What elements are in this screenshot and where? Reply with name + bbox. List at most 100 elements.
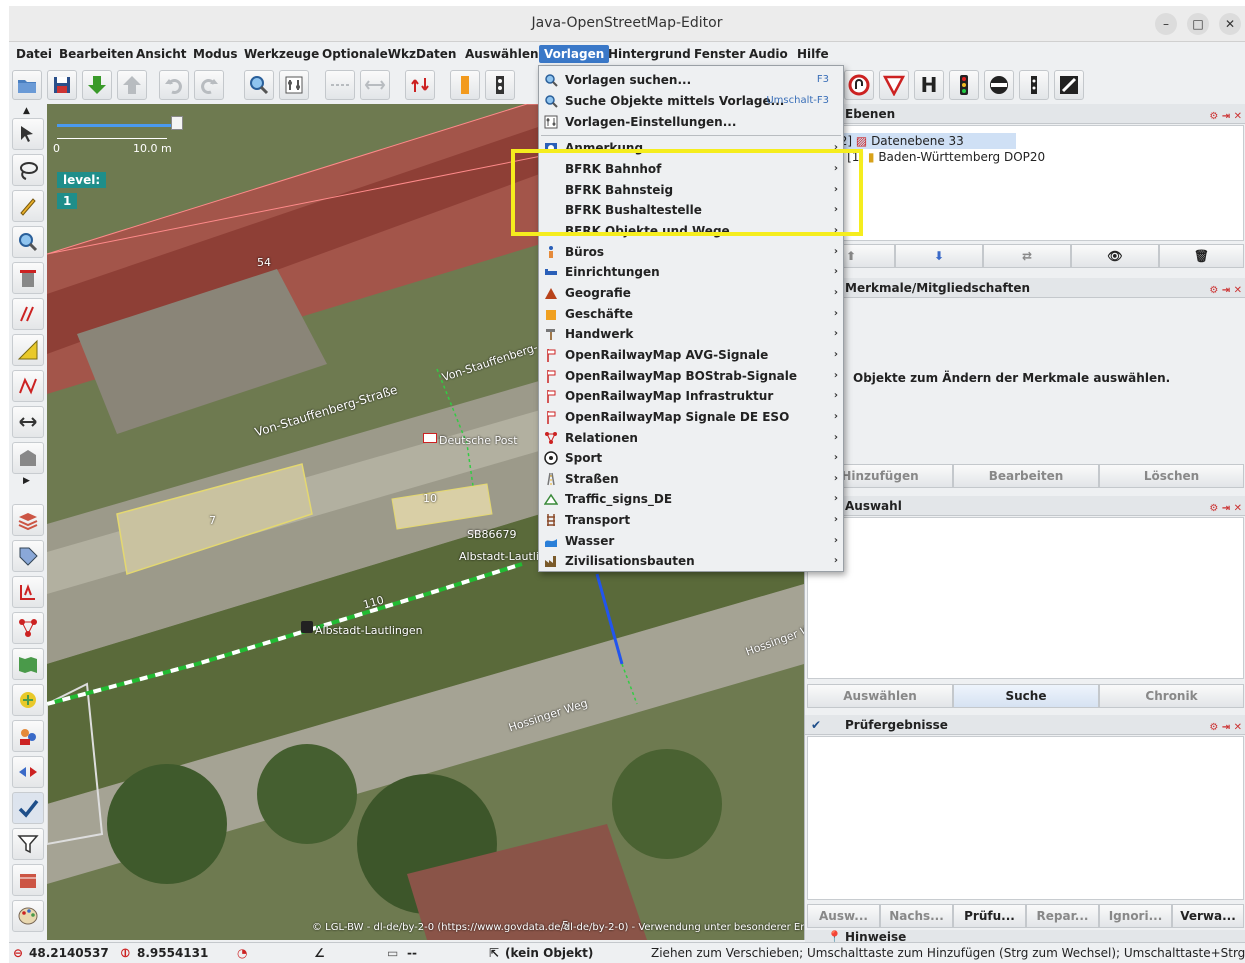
level-value-button[interactable]: 1 [57,193,78,209]
submenu-orm-bostrab-signale[interactable]: OpenRailwayMap BOStrab-Signale › [539,366,843,386]
menu-hintergrund[interactable]: Hintergrund [603,45,696,63]
improve-way-mode-button[interactable] [12,370,44,402]
maximize-button[interactable]: □ [1187,13,1209,35]
delete-layer-button[interactable]: 🗑 [1159,244,1244,268]
toggle-filter-button[interactable] [12,828,44,860]
select-mode-button[interactable] [12,118,44,150]
open-file-button[interactable] [12,70,42,100]
mail-icon[interactable] [423,433,437,443]
scroll-up-icon[interactable]: ▲ [23,106,30,116]
zoom-slider-track[interactable] [57,124,172,127]
toggle-notes-button[interactable] [12,864,44,896]
reverse-way-button[interactable] [405,70,435,100]
measure-mode-button[interactable] [12,334,44,366]
submenu-bfrk-bahnhof[interactable]: BFRK Bahnhof › [539,159,843,179]
submenu-bfrk-bahnsteig[interactable]: BFRK Bahnsteig › [539,180,843,200]
menu-modus[interactable]: Modus [188,45,242,63]
zoom-slider-handle[interactable] [171,116,183,130]
download-button[interactable] [82,70,112,100]
menu-datei[interactable]: Datei [11,45,57,63]
submenu-wasser[interactable]: Wasser › [539,531,843,551]
validation-ignore-button[interactable]: Ignori... [1099,904,1172,928]
submenu-handwerk[interactable]: Handwerk › [539,324,843,344]
submenu-anmerkung[interactable]: Anmerkung › [539,138,843,158]
give-way-preset-button[interactable] [879,70,909,100]
signal-preset-button[interactable] [450,70,480,100]
validation-select-button[interactable]: Ausw... [807,904,880,928]
submenu-transport[interactable]: Transport › [539,510,843,530]
menu-item-search-by-preset[interactable]: Suche Objekte mittels Vorlage... Umschal… [539,91,843,111]
menu-vorlagen[interactable]: Vorlagen [539,45,610,63]
split-way-button[interactable] [325,70,355,100]
toggle-conflicts-button[interactable] [12,756,44,788]
submenu-bfrk-bushaltestelle[interactable]: BFRK Bushaltestelle › [539,200,843,220]
toggle-users-button[interactable] [12,720,44,752]
zoom-button[interactable] [244,70,274,100]
barrier-preset-button[interactable] [1054,70,1084,100]
signal-preset-button-3[interactable] [1019,70,1049,100]
menu-bearbeiten[interactable]: Bearbeiten [54,45,139,63]
submenu-traffic-signs-de[interactable]: Traffic_signs_DE › [539,489,843,509]
parallel-mode-button[interactable] [12,298,44,330]
submenu-orm-signale-de-eso[interactable]: OpenRailwayMap Signale DE ESO › [539,407,843,427]
imagery-attribution[interactable]: © LGL-BW - dl-de/by-2-0 (https://www.gov… [312,922,804,933]
menu-item-preset-preferences[interactable]: Vorlagen-Einstellungen... [539,112,843,132]
bus-stop-icon[interactable] [301,621,313,633]
toggle-relations-button[interactable] [12,612,44,644]
submenu-orm-avg-signale[interactable]: OpenRailwayMap AVG-Signale › [539,345,843,365]
visibility-button[interactable]: 👁 [1071,244,1159,268]
search-button[interactable]: Suche [953,684,1099,708]
menu-werkzeuge[interactable]: Werkzeuge [239,45,324,63]
close-button[interactable]: ✕ [1219,13,1241,35]
toggle-selection-button[interactable] [12,576,44,608]
signal-preset-button-2[interactable] [485,70,515,100]
toggle-map-button[interactable] [12,648,44,680]
lasso-mode-button[interactable] [12,154,44,186]
menu-fenster[interactable]: Fenster [689,45,750,63]
select-button[interactable]: Auswählen [807,684,953,708]
menu-auswaehlen[interactable]: Auswählen [460,45,544,63]
submenu-geografie[interactable]: Geografie › [539,283,843,303]
menu-ansicht[interactable]: Ansicht [131,45,191,63]
crossing-preset-button[interactable] [984,70,1014,100]
bus-stop-preset-button[interactable]: H [914,70,944,100]
submenu-geschaefte[interactable]: Geschäfte › [539,304,843,324]
move-down-button[interactable]: ⬇ [895,244,983,268]
panel-controls-icon[interactable]: ⚙ ⇥ ✕ [1209,499,1242,519]
validation-list[interactable] [807,736,1244,900]
validation-lookup-button[interactable]: Nachs... [880,904,953,928]
traffic-light-preset-button[interactable] [949,70,979,100]
layer-row-imagery[interactable]: 👁 [1] ▮ Baden-Württemberg DOP20 [828,149,1045,165]
menu-daten[interactable]: Daten [411,45,461,63]
validation-check-button[interactable]: Prüfu... [953,904,1026,928]
layer-row-data[interactable]: 👁 [2] ▨ Datenebene 33 [816,133,1016,149]
panel-controls-icon[interactable]: ⚙ ⇥ ✕ [1209,107,1242,127]
selection-list[interactable] [807,517,1244,679]
menu-audio[interactable]: Audio [744,45,793,63]
no-uturn-preset-button[interactable] [844,70,874,100]
upload-button[interactable] [117,70,147,100]
undo-button[interactable] [159,70,189,100]
toggle-tags-button[interactable] [12,540,44,572]
menu-hilfe[interactable]: Hilfe [792,45,834,63]
submenu-bueros[interactable]: Büros › [539,242,843,262]
building-mode-button[interactable] [12,442,44,474]
combine-way-button[interactable] [360,70,390,100]
submenu-bfrk-objekte-und-wege[interactable]: BFRK Objekte und Wege › [539,221,843,241]
save-button[interactable] [47,70,77,100]
extrude-mode-button[interactable] [12,406,44,438]
toggle-changesets-button[interactable] [12,684,44,716]
redo-button[interactable] [194,70,224,100]
menu-item-search-presets[interactable]: Vorlagen suchen... F3 [539,70,843,90]
toggle-layers-button[interactable] [12,504,44,536]
panel-controls-icon[interactable]: ⚙ ⇥ ✕ [1209,281,1242,301]
preferences-button[interactable] [279,70,309,100]
edit-tag-button[interactable]: Bearbeiten [953,464,1099,488]
submenu-strassen[interactable]: Straßen › [539,469,843,489]
submenu-relationen[interactable]: Relationen › [539,428,843,448]
minimize-button[interactable]: – [1155,13,1177,35]
panel-controls-icon[interactable]: ⚙ ⇥ ✕ [1209,718,1242,738]
history-button[interactable]: Chronik [1099,684,1244,708]
submenu-einrichtungen[interactable]: Einrichtungen › [539,262,843,282]
submenu-sport[interactable]: Sport › [539,448,843,468]
